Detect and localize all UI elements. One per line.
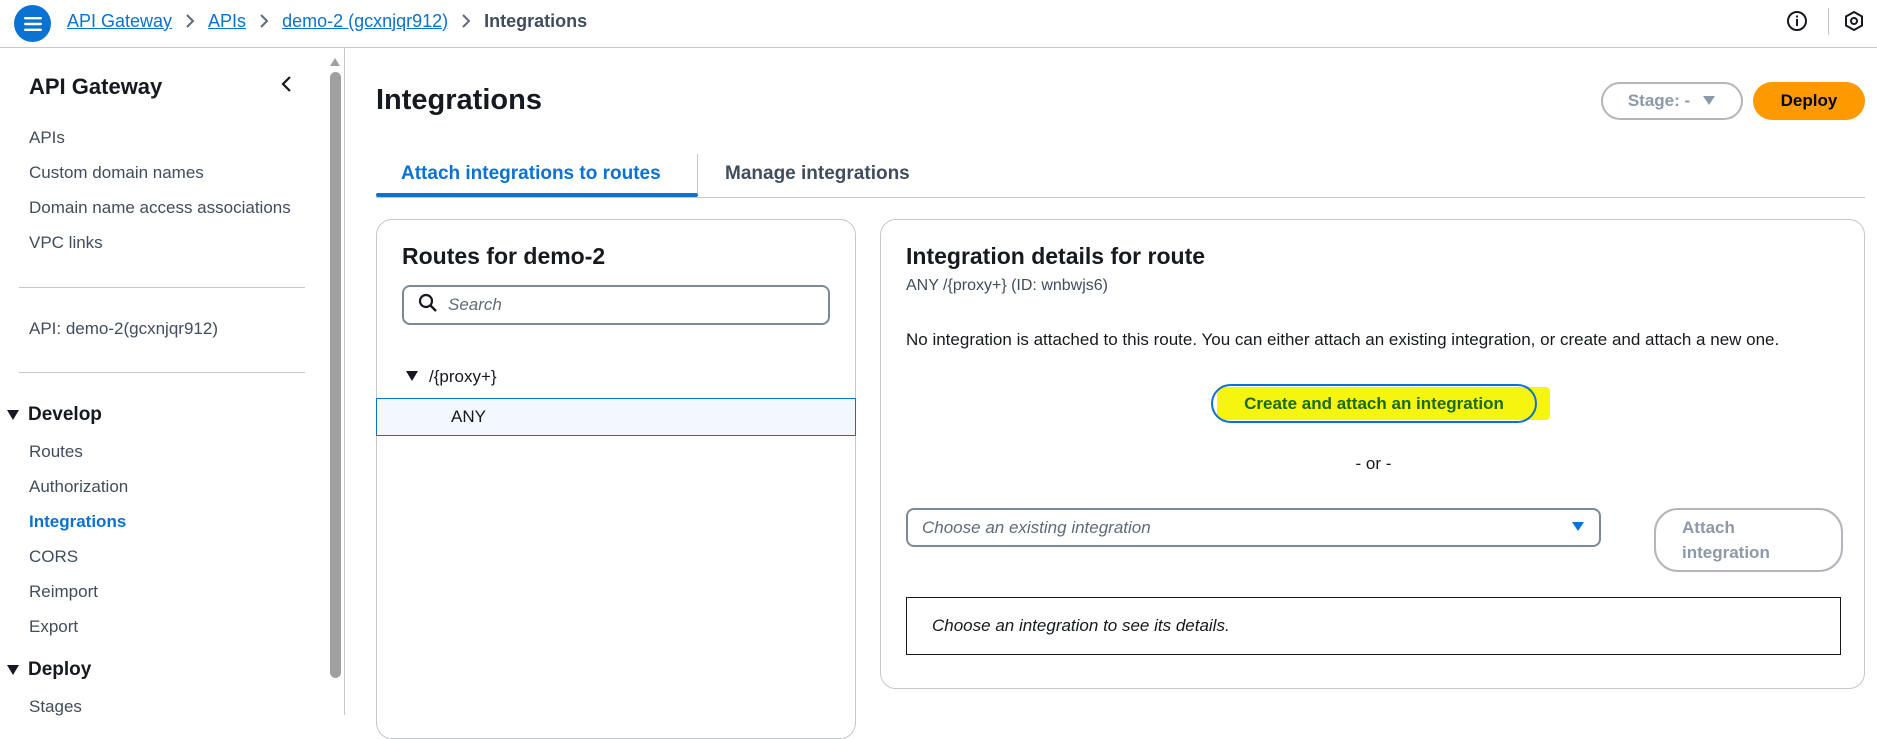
stage-dropdown[interactable]: Stage: - bbox=[1601, 82, 1743, 120]
breadcrumb-demo-2[interactable]: demo-2 (gcxnjqr912) bbox=[282, 11, 448, 32]
breadcrumb-apis[interactable]: APIs bbox=[208, 11, 246, 32]
routes-title: Routes for demo-2 bbox=[402, 243, 606, 269]
sidebar: API Gateway APIs Custom domain names Dom… bbox=[0, 48, 345, 717]
divider bbox=[19, 372, 305, 373]
sidebar-item-cors[interactable]: CORS bbox=[29, 547, 78, 567]
caret-down-icon bbox=[6, 664, 28, 676]
top-divider bbox=[1828, 8, 1829, 35]
active-tab-indicator bbox=[376, 193, 698, 197]
sidebar-item-apis[interactable]: APIs bbox=[29, 128, 65, 148]
section-deploy[interactable]: Deploy bbox=[6, 659, 91, 681]
details-message: No integration is attached to this route… bbox=[906, 330, 1780, 349]
caret-down-icon bbox=[405, 367, 419, 387]
caret-down-icon bbox=[6, 409, 28, 421]
integration-info-box: Choose an integration to see its details… bbox=[906, 597, 1841, 655]
attach-integration-button[interactable]: Attach integration bbox=[1654, 508, 1843, 572]
details-route-id: ANY /{proxy+} (ID: wnbwjs6) bbox=[906, 277, 1109, 294]
page-title: Integrations bbox=[376, 84, 542, 116]
route-tree-node[interactable]: /{proxy+} bbox=[405, 367, 497, 387]
route-method-any[interactable]: ANY bbox=[376, 398, 856, 436]
stage-label: Stage: - bbox=[1627, 91, 1691, 110]
section-develop[interactable]: Develop bbox=[6, 404, 102, 426]
sidebar-item-routes[interactable]: Routes bbox=[29, 442, 83, 462]
top-bar: API Gateway APIs demo-2 (gcxnjqr912) Int… bbox=[0, 0, 1877, 48]
caret-down-icon bbox=[1702, 91, 1716, 111]
attach-label-line2: integration bbox=[1682, 543, 1770, 562]
section-develop-label: Develop bbox=[28, 404, 102, 425]
sidebar-item-integrations[interactable]: Integrations bbox=[29, 512, 126, 532]
sidebar-item-stages[interactable]: Stages bbox=[29, 697, 82, 717]
hamburger-menu-icon[interactable] bbox=[14, 5, 51, 42]
sidebar-item-authorization[interactable]: Authorization bbox=[29, 477, 128, 497]
deploy-button[interactable]: Deploy bbox=[1753, 82, 1865, 120]
integration-details-panel: Integration details for route ANY /{prox… bbox=[880, 219, 1865, 689]
chevron-right-icon bbox=[461, 13, 471, 29]
sidebar-item-vpc-links[interactable]: VPC links bbox=[29, 233, 103, 253]
sidebar-title: API Gateway bbox=[29, 74, 163, 99]
section-deploy-label: Deploy bbox=[28, 659, 92, 680]
select-placeholder: Choose an existing integration bbox=[922, 517, 1151, 537]
routes-panel: Routes for demo-2 /{proxy+} ANY bbox=[376, 219, 856, 739]
caret-down-icon bbox=[1571, 519, 1585, 537]
breadcrumb-api-gateway[interactable]: API Gateway bbox=[67, 11, 172, 32]
breadcrumb-current: Integrations bbox=[484, 10, 588, 31]
sidebar-item-export[interactable]: Export bbox=[29, 617, 78, 637]
search-field[interactable] bbox=[402, 285, 830, 325]
details-title: Integration details for route bbox=[906, 243, 1206, 269]
scrollbar-thumb[interactable] bbox=[330, 72, 341, 678]
chevron-right-icon bbox=[185, 13, 195, 29]
search-icon bbox=[418, 293, 438, 318]
create-and-attach-button[interactable]: Create and attach an integration bbox=[1211, 384, 1537, 423]
search-input[interactable] bbox=[448, 295, 808, 315]
sidebar-api-label: API: demo-2(gcxnjqr912) bbox=[29, 319, 218, 338]
attach-label-line1: Attach bbox=[1682, 518, 1735, 537]
tab-bar: Attach integrations to routes Manage int… bbox=[376, 150, 1865, 198]
existing-integration-select[interactable]: Choose an existing integration bbox=[906, 508, 1601, 547]
route-path: /{proxy+} bbox=[429, 367, 497, 386]
or-separator: - or - bbox=[1355, 454, 1392, 473]
scroll-up-arrow-icon[interactable] bbox=[329, 54, 341, 72]
tab-manage-integrations[interactable]: Manage integrations bbox=[725, 150, 910, 198]
info-icon[interactable] bbox=[1786, 10, 1808, 37]
sidebar-item-domain-name-access-associations[interactable]: Domain name access associations bbox=[29, 198, 291, 218]
tab-separator bbox=[697, 154, 698, 194]
breadcrumb: API Gateway APIs demo-2 (gcxnjqr912) Int… bbox=[67, 0, 587, 42]
settings-icon[interactable] bbox=[1843, 10, 1865, 37]
chevron-left-icon[interactable] bbox=[278, 74, 296, 99]
tab-attach-integrations[interactable]: Attach integrations to routes bbox=[401, 150, 661, 198]
divider bbox=[19, 287, 305, 288]
chevron-right-icon bbox=[259, 13, 269, 29]
sidebar-item-reimport[interactable]: Reimport bbox=[29, 582, 98, 602]
sidebar-item-custom-domain-names[interactable]: Custom domain names bbox=[29, 163, 204, 183]
